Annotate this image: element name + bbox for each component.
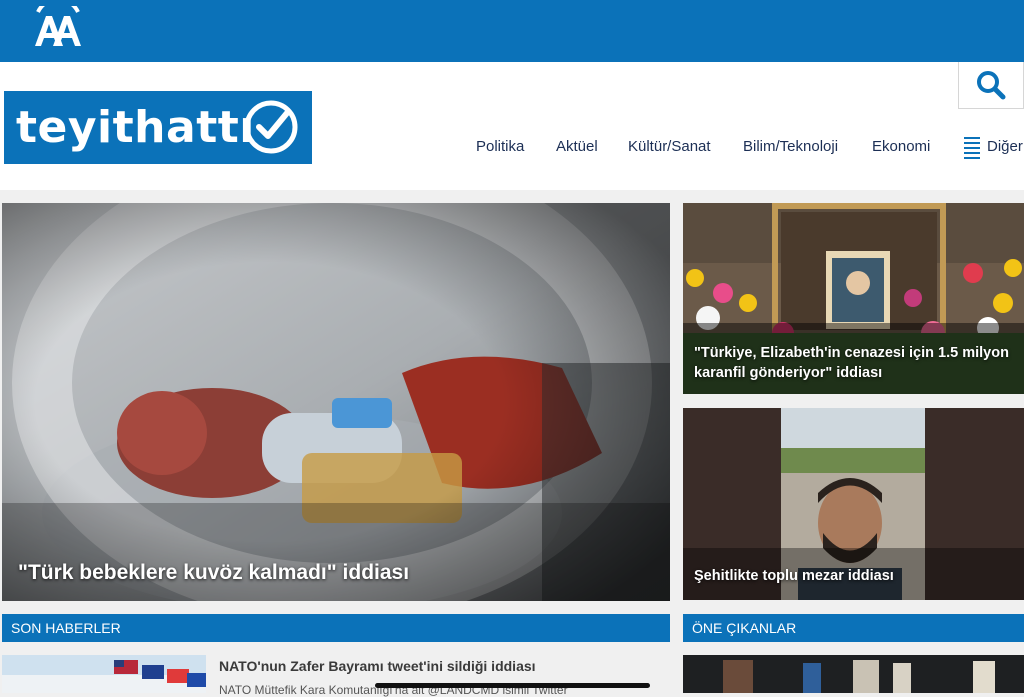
- featured-side-card-2[interactable]: Şehitlikte toplu mezar iddiası: [683, 408, 1024, 600]
- featured-side-title-2: Şehitlikte toplu mezar iddiası: [694, 568, 894, 584]
- check-circle-icon: [244, 100, 298, 154]
- highlight-thumbnail[interactable]: [683, 655, 1024, 693]
- featured-main-title: "Türk bebeklere kuvöz kalmadı" iddiası: [18, 561, 410, 584]
- search-button[interactable]: [958, 62, 1024, 109]
- nav-item-politika[interactable]: Politika: [476, 138, 524, 155]
- nav-item-bilim-teknoloji[interactable]: Bilim/Teknoloji: [743, 138, 838, 155]
- featured-side-title-1: "Türkiye, Elizabeth'in cenazesi için 1.5…: [694, 345, 1009, 381]
- brand-name: teyithattı: [16, 102, 255, 153]
- incubator-baby-image: [2, 203, 670, 601]
- nav-item-aktuel[interactable]: Aktüel: [556, 138, 598, 155]
- ceremony-image: [683, 655, 1024, 693]
- nav-item-kultur-sanat[interactable]: Kültür/Sanat: [628, 138, 711, 155]
- agency-top-bar: [0, 0, 1024, 62]
- brand-logo[interactable]: teyithattı: [4, 91, 312, 164]
- aa-logo-icon[interactable]: [31, 6, 85, 50]
- section-highlights-header[interactable]: ÖNE ÇIKANLAR: [683, 614, 1024, 642]
- nav-item-ekonomi[interactable]: Ekonomi: [872, 138, 930, 155]
- search-icon: [977, 71, 1006, 100]
- news-thumbnail[interactable]: [2, 655, 206, 693]
- nav-item-diger[interactable]: Diğer: [987, 138, 1023, 155]
- menu-icon[interactable]: [963, 136, 981, 160]
- home-indicator: [375, 683, 650, 688]
- section-latest-header[interactable]: SON HABERLER: [2, 614, 670, 642]
- news-item-title[interactable]: NATO'nun Zafer Bayramı tweet'ini sildiği…: [219, 658, 536, 674]
- featured-main-card[interactable]: "Türk bebeklere kuvöz kalmadı" iddiası: [2, 203, 670, 601]
- site-header: teyithattı Politika Aktüel Kültür/Sanat …: [0, 62, 1024, 190]
- featured-side-card-1[interactable]: "Türkiye, Elizabeth'in cenazesi için 1.5…: [683, 203, 1024, 394]
- flags-image: [2, 655, 206, 693]
